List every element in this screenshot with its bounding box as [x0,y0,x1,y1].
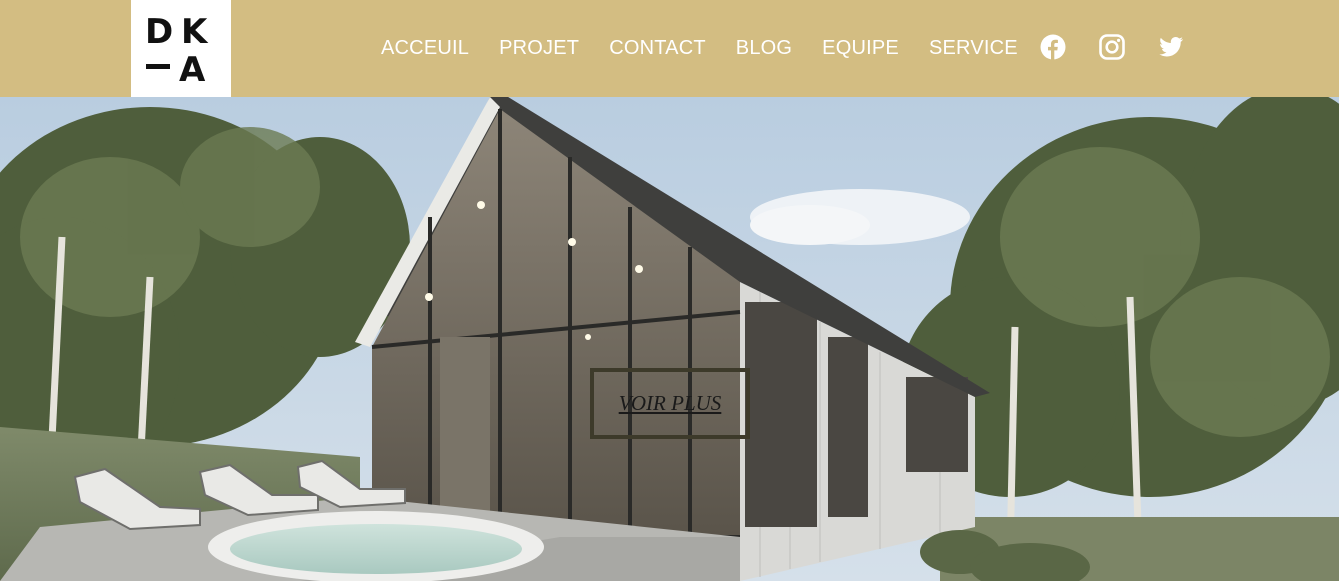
nav-item-service[interactable]: SERVICE [929,37,1018,60]
hero-image [0,97,1339,581]
instagram-icon[interactable] [1099,34,1125,60]
social-links [1040,34,1184,60]
svg-text:A: A [179,50,206,90]
hero-banner [0,97,1339,581]
nav-item-projet[interactable]: PROJET [499,37,579,60]
facebook-icon[interactable] [1040,34,1066,60]
svg-text:K: K [181,12,209,52]
logo-mark: D K A [145,12,209,90]
nav-item-blog[interactable]: BLOG [736,37,792,60]
twitter-icon[interactable] [1158,34,1184,60]
site-header: D K A ACCEUIL PROJET CONTACT BLOG EQUIPE… [0,0,1339,97]
voir-plus-button[interactable]: VOIR PLUS [590,368,750,439]
svg-text:D: D [145,12,173,52]
nav-item-equipe[interactable]: EQUIPE [822,37,899,60]
logo[interactable]: D K A [131,0,231,97]
voir-plus-label: VOIR PLUS [618,391,722,415]
nav-item-contact[interactable]: CONTACT [609,37,706,60]
nav-item-acceuil[interactable]: ACCEUIL [381,37,469,60]
main-nav: ACCEUIL PROJET CONTACT BLOG EQUIPE SERVI… [381,0,1018,97]
